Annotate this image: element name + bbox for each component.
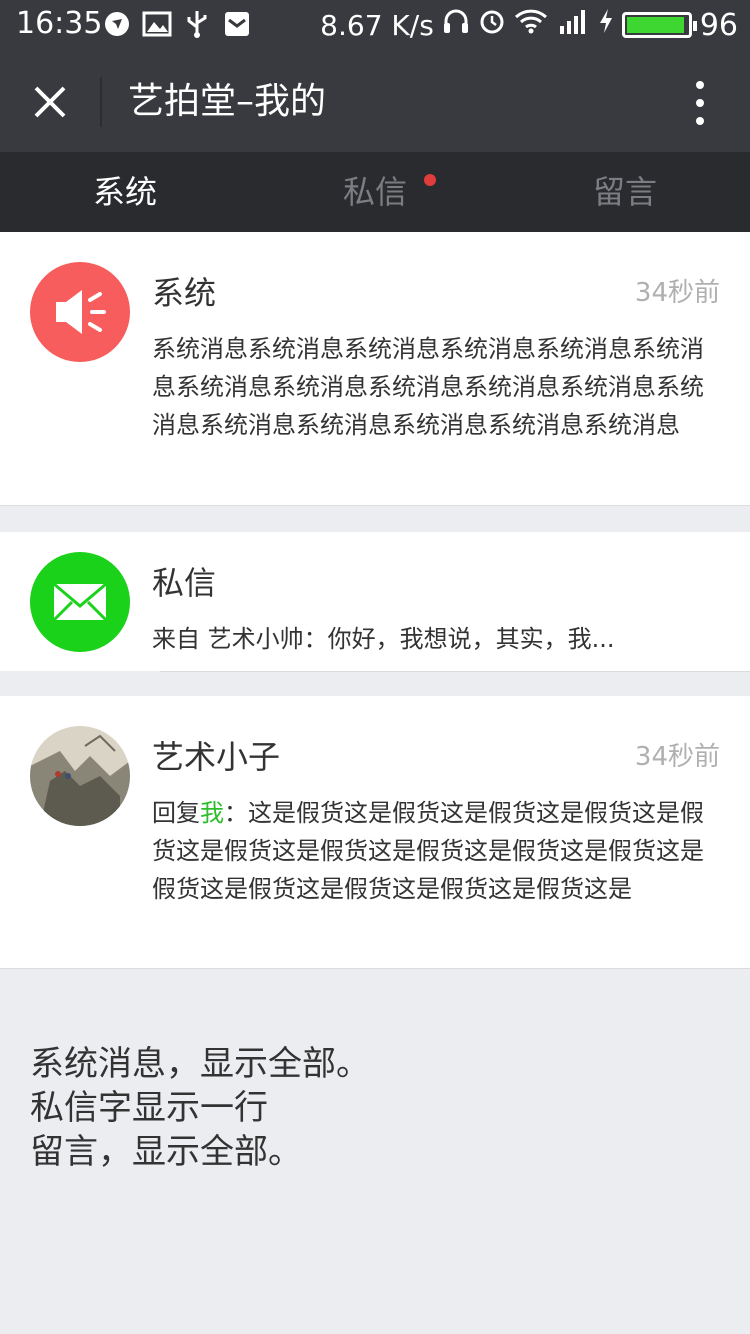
divider — [160, 671, 750, 672]
note-line: 留言，显示全部。 — [30, 1132, 302, 1172]
reply-prefix: 回复 — [152, 799, 200, 827]
tab-comments-label: 留言 — [592, 173, 657, 211]
signal-icon — [556, 6, 590, 44]
close-icon[interactable] — [28, 80, 72, 124]
title-bar: 艺拍堂–我的 — [0, 52, 750, 152]
comment-time: 34秒前 — [634, 742, 720, 772]
more-icon[interactable] — [690, 80, 710, 126]
page-title: 艺拍堂–我的 — [128, 81, 327, 122]
avatar[interactable] — [30, 726, 130, 826]
alarm-icon — [478, 7, 506, 43]
charging-icon — [598, 7, 614, 43]
network-speed: 8.67 K/s — [320, 8, 434, 42]
usb-icon — [182, 9, 212, 39]
note-line: 系统消息，显示全部。 — [30, 1044, 370, 1084]
wifi-icon — [514, 7, 548, 43]
private-message-preview: 来自 艺术小帅：你好，我想说，其实，我... — [152, 625, 615, 653]
system-message-card[interactable]: 系统 34秒前 系统消息系统消息系统消息系统消息系统消息系统消息系统消息系统消息… — [0, 232, 750, 505]
status-notification-icons — [102, 9, 252, 39]
reply-target-link[interactable]: 我 — [200, 799, 224, 827]
system-title: 系统 — [152, 274, 217, 312]
tab-private-message-label: 私信 — [342, 173, 407, 211]
mail-icon — [222, 9, 252, 39]
reply-colon: ： — [224, 799, 248, 827]
tab-bar: 系统 私信 留言 — [0, 152, 750, 232]
status-right: 8.67 K/s 96 — [320, 6, 738, 44]
battery-icon — [621, 12, 697, 38]
location-icon — [102, 9, 132, 39]
private-message-card[interactable]: 私信 来自 艺术小帅：你好，我想说，其实，我... — [0, 532, 750, 671]
tab-private-message[interactable]: 私信 — [250, 152, 500, 232]
status-bar: 16:35 8.67 K/s 96 — [0, 0, 750, 52]
status-time: 16:35 — [16, 6, 103, 41]
commenter-name: 艺术小子 — [152, 738, 281, 776]
divider — [0, 968, 750, 969]
headphones-icon — [442, 7, 470, 43]
battery-level: 96 — [699, 7, 738, 43]
annotation-notes: 系统消息，显示全部。 私信字显示一行 留言，显示全部。 — [30, 1042, 370, 1174]
comment-card[interactable]: 艺术小子 34秒前 回复我：这是假货这是假货这是假货这是假货这是假货这是假货这是… — [0, 696, 750, 968]
image-icon — [142, 9, 172, 39]
speaker-icon — [30, 262, 130, 362]
mail-icon — [30, 552, 130, 652]
tab-system[interactable]: 系统 — [0, 152, 250, 232]
private-message-title: 私信 — [152, 564, 217, 602]
tab-system-label: 系统 — [92, 173, 157, 211]
title-divider — [100, 77, 102, 127]
tab-comments[interactable]: 留言 — [500, 152, 750, 232]
system-time: 34秒前 — [634, 278, 720, 308]
divider — [0, 505, 750, 506]
system-message-text: 系统消息系统消息系统消息系统消息系统消息系统消息系统消息系统消息系统消息系统消息… — [152, 335, 704, 439]
note-line: 私信字显示一行 — [30, 1088, 268, 1128]
unread-badge — [424, 174, 436, 186]
comment-text: 回复我：这是假货这是假货这是假货这是假货这是假货这是假货这是假货这是假货这是假货… — [152, 794, 722, 908]
